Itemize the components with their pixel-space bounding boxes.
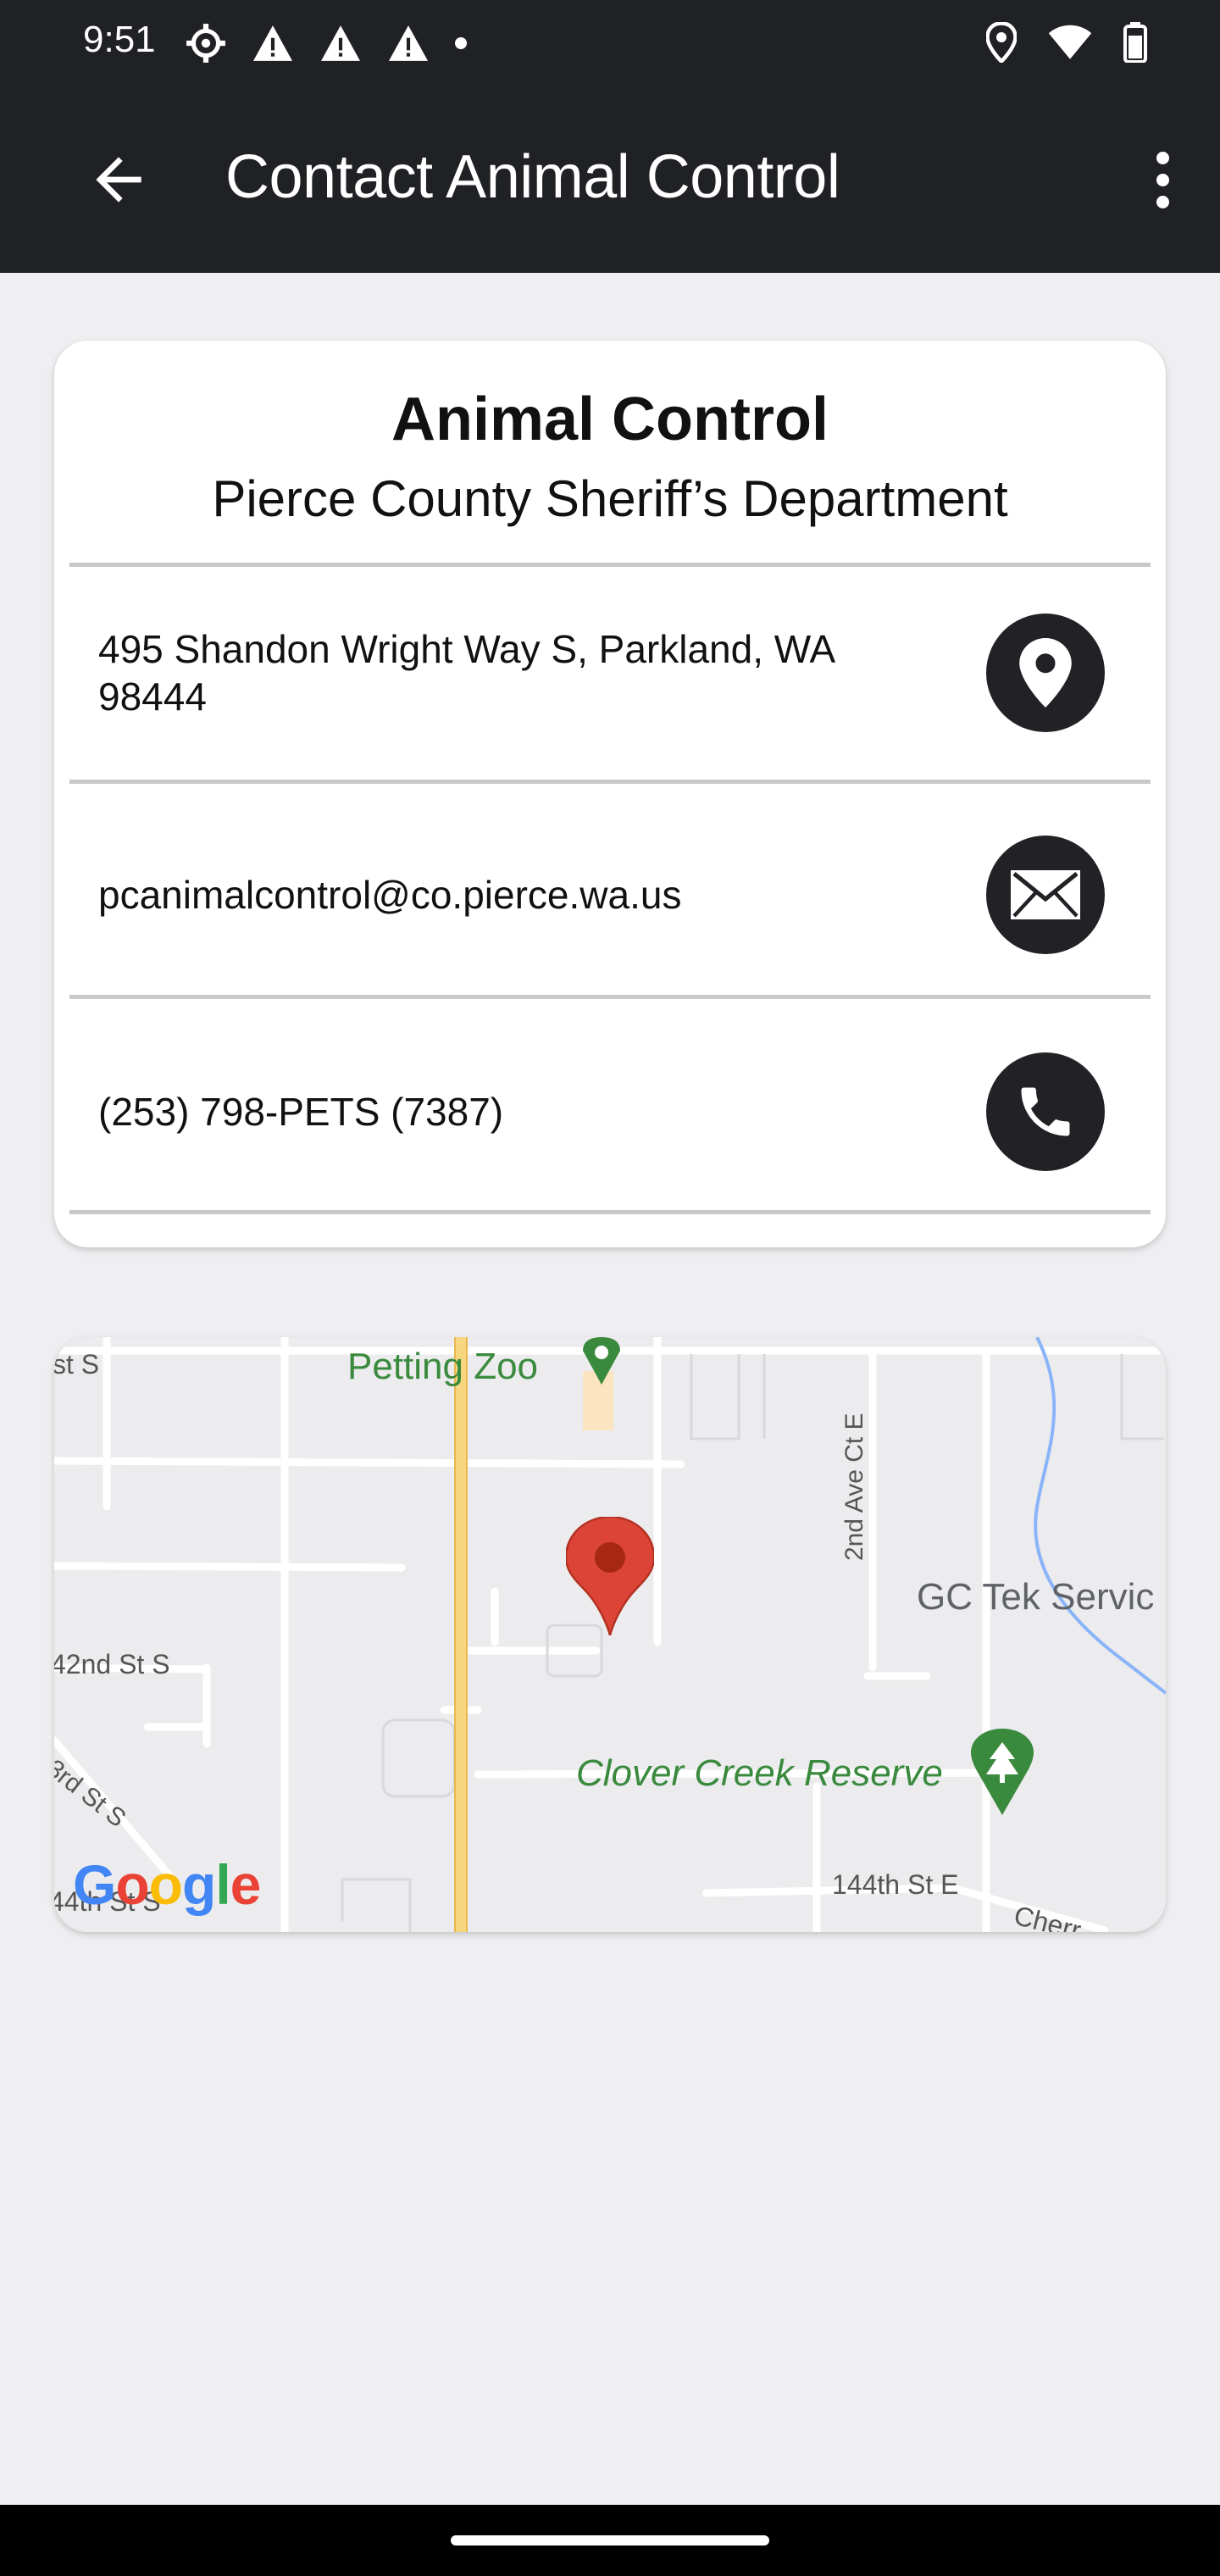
back-button[interactable] (78, 139, 159, 220)
page-title: Contact Animal Control (225, 143, 840, 211)
navigation-bar (0, 2505, 1220, 2576)
wifi-icon (1048, 25, 1092, 59)
email-text[interactable]: pcanimalcontrol@co.pierce.wa.us (98, 871, 681, 919)
status-notification-icons (185, 22, 468, 64)
card-title: Animal Control (391, 386, 829, 453)
map-label-gc-tek: GC Tek Servic (917, 1576, 1155, 1618)
call-button[interactable] (986, 1052, 1105, 1171)
address-line-1: 495 Shandon Wright Way S, Parkland, WA (98, 627, 836, 671)
address-line-2: 98444 (98, 675, 207, 719)
more-vert-icon (1156, 151, 1169, 164)
map-label-clover-creek: Clover Creek Reserve (576, 1752, 943, 1794)
location-icon (986, 22, 1017, 63)
warning-icon (389, 25, 428, 61)
card-subtitle: Pierce County Sheriff’s Department (212, 470, 1008, 527)
contact-card: Animal Control Pierce County Sheriff’s D… (54, 341, 1166, 1247)
map-label-42nd: 42nd St S (54, 1649, 170, 1679)
map-label-street: st S (54, 1349, 100, 1380)
phone-icon (1021, 1087, 1070, 1136)
battery-icon (1123, 22, 1147, 63)
address-text[interactable]: 495 Shandon Wright Way S, Parkland, WA 9… (98, 625, 835, 720)
divider (69, 995, 1151, 999)
warning-icon (253, 25, 292, 61)
home-gesture-handle[interactable] (451, 2535, 769, 2545)
map-directions-button[interactable] (986, 613, 1105, 732)
email-button[interactable] (986, 836, 1105, 954)
arrow-back-icon (96, 157, 141, 203)
phone-text[interactable]: (253) 798-PETS (7387) (98, 1088, 503, 1135)
settings-icon (186, 24, 225, 63)
map-label-petting-zoo: Petting Zoo (347, 1346, 539, 1387)
app-bar: Contact Animal Control (0, 85, 1220, 273)
google-logo: Google (73, 1853, 261, 1916)
map-label-144th: 144th St E (832, 1869, 959, 1900)
location-pin-icon (1019, 638, 1072, 708)
divider (69, 1210, 1151, 1214)
envelope-icon (1011, 870, 1080, 919)
dot-icon (455, 37, 467, 49)
park-marker-icon (583, 1337, 620, 1385)
more-options-button[interactable] (1137, 137, 1188, 222)
map-view[interactable]: Petting Zoo st S 2nd Ave Ct E GC Tek Ser… (54, 1337, 1166, 1932)
divider (69, 780, 1151, 784)
status-bar: 9:51 (0, 0, 1220, 85)
map-pin-icon[interactable] (566, 1517, 654, 1635)
park-tree-icon (971, 1729, 1034, 1815)
status-time: 9:51 (83, 19, 156, 60)
map-label-2nd-ave: 2nd Ave Ct E (840, 1413, 868, 1561)
status-system-icons (986, 22, 1147, 63)
warning-icon (321, 25, 360, 61)
divider (69, 563, 1151, 567)
